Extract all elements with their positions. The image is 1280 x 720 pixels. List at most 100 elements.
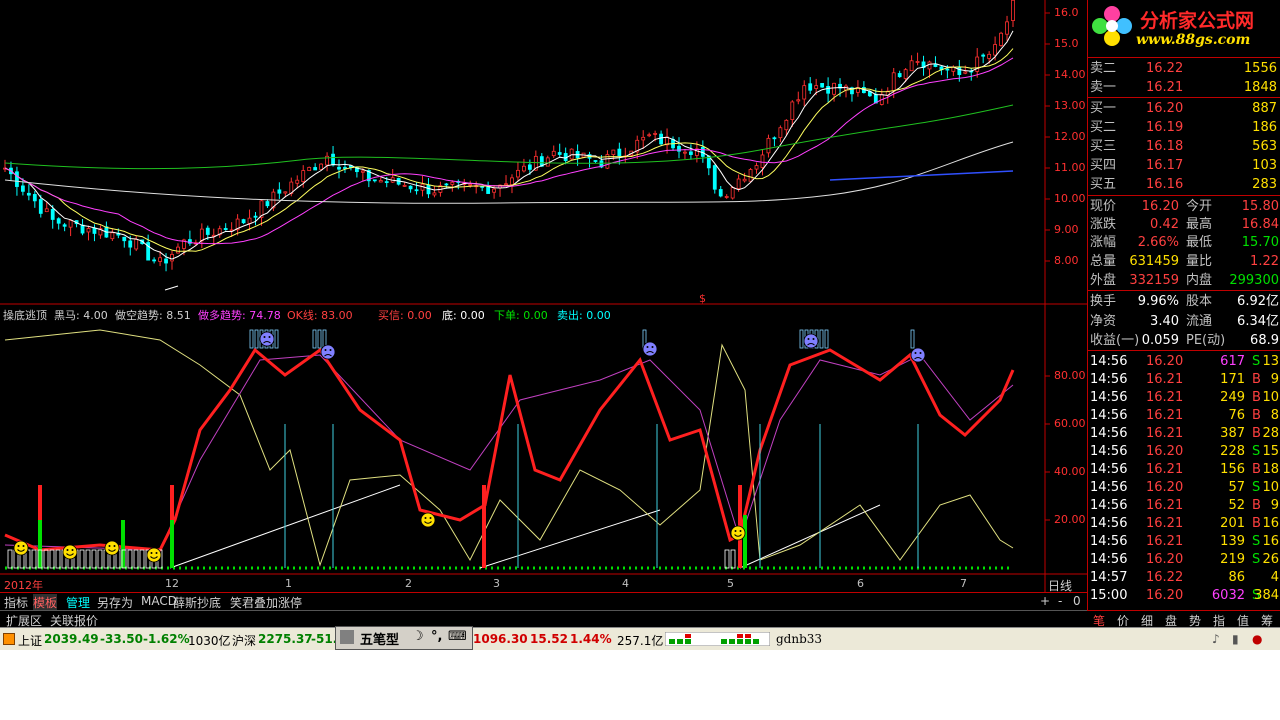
tick-price: 16.21 [1146, 462, 1184, 477]
candle-body [826, 86, 831, 94]
tick-time: 14:56 [1090, 390, 1128, 405]
tick-side: B [1252, 516, 1261, 531]
order-price: 16.17 [1146, 158, 1184, 173]
order-book-row[interactable]: 买三 16.18 563 [1088, 137, 1280, 156]
order-book-row[interactable]: 买五 16.16 283 [1088, 175, 1280, 194]
fund-label: 收益(一) [1090, 333, 1140, 348]
candle-body [486, 186, 491, 194]
tab-zero-button[interactable]: 0 [1073, 594, 1081, 608]
tick-row: 14:56 16.21 139 S 16 [1088, 532, 1280, 550]
tick-price: 16.21 [1146, 498, 1184, 513]
tab-guanli[interactable]: 管理 [66, 594, 90, 611]
candle-body [659, 133, 663, 145]
order-book-row[interactable]: 买四 16.17 103 [1088, 156, 1280, 175]
alert-icon[interactable]: ● [1252, 632, 1262, 646]
fund-label: 换手 [1090, 294, 1117, 309]
tick-count: 13 [1262, 354, 1279, 369]
price-tick-label: 10.00 [1054, 192, 1086, 205]
heima-value: 黑马: 4.00 [54, 309, 108, 322]
fund-label: 流通 [1186, 314, 1213, 329]
tick-row: 14:56 16.20 228 S 15 [1088, 442, 1280, 460]
face-eye [22, 545, 25, 547]
face-eye [646, 346, 649, 348]
quote-label: 现价 [1090, 199, 1117, 214]
order-book-row[interactable]: 买一 16.20 887 [1088, 99, 1280, 118]
ime-toggle-icon[interactable] [340, 630, 354, 644]
candle-body [736, 178, 741, 190]
candle-body [199, 228, 204, 242]
order-book-row[interactable]: 卖一 16.21 1848 [1088, 78, 1280, 97]
fund-value: 6.92亿 [1237, 294, 1279, 309]
quote-label: 内盘 [1186, 273, 1213, 288]
price-tick-label: 8.00 [1054, 254, 1079, 267]
tab-plus-button[interactable]: + [1040, 594, 1050, 608]
candle-body [522, 165, 526, 172]
candle-body [647, 134, 652, 137]
sh-value: 2039.49 [44, 632, 99, 646]
tick-row: 14:56 16.21 171 B 9 [1088, 370, 1280, 388]
tick-volume: 156 [1220, 462, 1245, 477]
candle-body [808, 83, 813, 91]
tick-side: S [1252, 534, 1261, 549]
ime-punct-icon[interactable]: °, [431, 629, 442, 644]
candle-body [617, 148, 622, 157]
quote-label: 涨跌 [1090, 217, 1117, 232]
order-volume: 563 [1252, 139, 1277, 154]
tick-row: 14:56 16.21 201 B 16 [1088, 514, 1280, 532]
tick-row: 14:56 16.21 52 B 9 [1088, 496, 1280, 514]
candle-body [957, 67, 962, 76]
candle-body [802, 85, 807, 100]
order-book-row[interactable]: 卖二 16.22 1556 [1088, 59, 1280, 78]
idx-change: 15.52 [530, 632, 568, 646]
tick-volume: 617 [1220, 354, 1245, 369]
x-axis-month-label: 4 [622, 577, 629, 590]
order-level-label: 卖一 [1090, 80, 1117, 95]
right-tab-bar: 笔 价 细 盘 势 指 值 筹 [1087, 610, 1280, 628]
order-volume: 887 [1252, 101, 1277, 116]
tick-price: 16.20 [1146, 480, 1184, 495]
quote-value: 15.80 [1241, 199, 1279, 214]
tick-time: 14:56 [1090, 552, 1128, 567]
tab-xiaojun[interactable]: 笑君叠加涨停 [230, 594, 302, 611]
logo-url[interactable]: www.88gs.com [1136, 32, 1250, 48]
candle-body [903, 69, 908, 79]
menu-icon[interactable] [3, 633, 15, 645]
tab-zhibiao[interactable]: 指标 [4, 594, 28, 611]
candle-body [915, 61, 920, 63]
signal-icon[interactable]: ▮ [1232, 632, 1239, 646]
face-eye [150, 552, 153, 554]
order-level-label: 买五 [1090, 177, 1117, 192]
tick-time: 14:56 [1090, 408, 1128, 423]
candle-body [50, 209, 55, 220]
idx-percent: 1.44% [570, 632, 612, 646]
speaker-icon[interactable]: ♪ [1212, 632, 1220, 646]
logo-title: 分析家公式网 [1140, 10, 1255, 32]
order-book-row[interactable]: 买二 16.19 186 [1088, 118, 1280, 137]
tick-side: S [1252, 444, 1261, 459]
tab-xuesi[interactable]: 薛斯抄底 [173, 594, 221, 611]
tick-volume: 219 [1220, 552, 1245, 567]
tab-moban[interactable]: 模板 [33, 594, 58, 611]
tab-lingcunwei[interactable]: 另存为 [97, 594, 133, 611]
ime-keyboard-icon[interactable]: ⌨ [448, 629, 467, 644]
candle-body [551, 150, 556, 157]
candle-body [372, 179, 377, 182]
fund-value: 9.96% [1137, 294, 1179, 309]
tick-count: 16 [1262, 516, 1279, 531]
candle-body [176, 246, 180, 254]
ime-moon-icon[interactable]: ☽ [412, 629, 424, 644]
chart-canvas[interactable] [0, 0, 1087, 592]
tab-minus-button[interactable]: - [1058, 594, 1062, 608]
tab-macd[interactable]: MACD [141, 594, 177, 608]
candle-body [80, 224, 85, 234]
ime-toolbar[interactable]: 五笔型 ☽ °, ⌨ [335, 626, 473, 650]
indicator-name[interactable]: 操底逃顶 [3, 307, 47, 323]
ime-mode-label[interactable]: 五笔型 [360, 629, 399, 648]
fund-label: 股本 [1186, 294, 1213, 309]
candle-body [718, 189, 723, 197]
tick-volume: 6032 [1211, 588, 1245, 603]
candle-body [897, 73, 902, 78]
tick-volume: 249 [1220, 390, 1245, 405]
tick-count: 15 [1262, 444, 1279, 459]
x-axis-month-label: 1 [285, 577, 292, 590]
